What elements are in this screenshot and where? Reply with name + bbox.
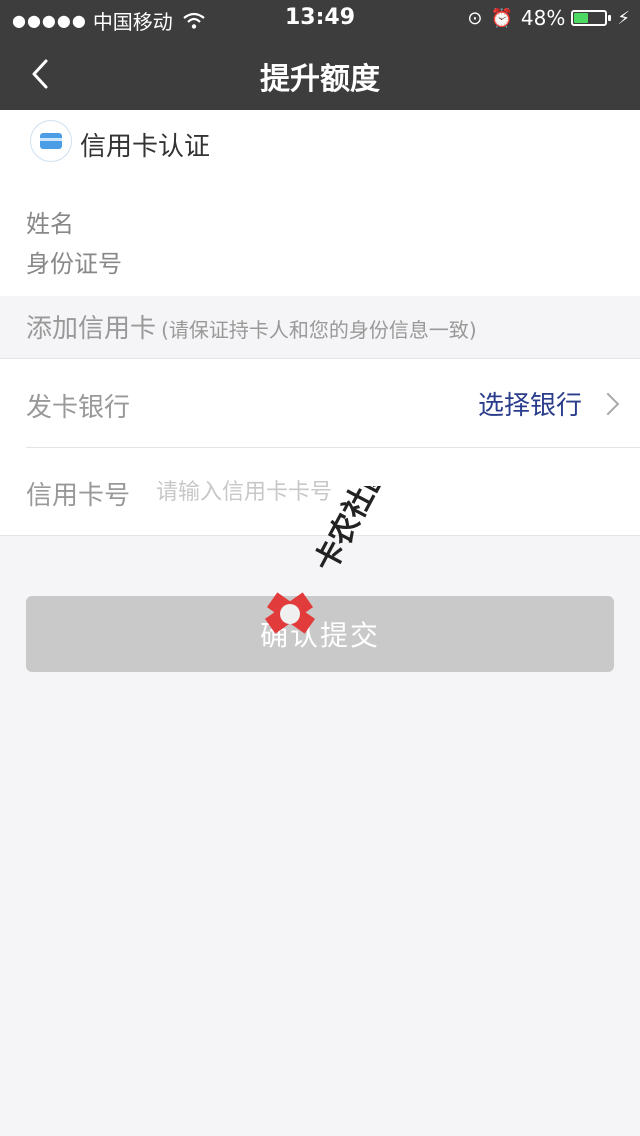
battery-percent: 48% <box>520 6 566 30</box>
card-number-label: 信用卡号 <box>26 481 131 511</box>
card-form: 发卡银行 选择银行 信用卡号 <box>0 358 640 536</box>
name-label: 姓名 <box>26 210 74 238</box>
section-title: 信用卡认证 <box>80 132 211 162</box>
add-card-hint: 添加信用卡 (请保证持卡人和您的身份信息一致) <box>26 308 477 345</box>
status-right: ⊙ ⏰ 48% ⚡ <box>467 6 630 30</box>
card-number-row: 信用卡号 <box>0 447 640 535</box>
bank-label: 发卡银行 <box>26 393 131 423</box>
status-bar: ●●●●● 中国移动 13:49 ⊙ ⏰ 48% ⚡ <box>0 0 640 36</box>
battery-icon <box>571 10 612 26</box>
id-number-label: 身份证号 <box>26 250 122 278</box>
credit-card-icon <box>40 133 62 149</box>
chevron-right-icon <box>596 392 620 415</box>
charging-icon: ⚡ <box>617 7 630 29</box>
select-bank-button[interactable]: 选择银行 <box>477 385 620 422</box>
alarm-icon: ⏰ <box>490 7 513 29</box>
credit-card-icon-badge <box>30 120 72 162</box>
bank-row[interactable]: 发卡银行 选择银行 <box>0 359 640 448</box>
add-card-note: (请保证持卡人和您的身份信息一致) <box>161 318 477 342</box>
battery-fill <box>574 13 589 23</box>
add-card-title: 添加信用卡 <box>26 314 157 344</box>
identity-info: 姓名 身份证号 <box>0 176 640 296</box>
nav-bar: 提升额度 <box>0 36 640 110</box>
card-number-input[interactable] <box>154 469 598 515</box>
page-title: 提升额度 <box>260 62 380 97</box>
submit-button[interactable]: 确认提交 <box>26 596 614 672</box>
select-bank-label: 选择银行 <box>477 391 582 421</box>
section-header: 信用卡认证 <box>0 110 640 177</box>
top-bar: ●●●●● 中国移动 13:49 ⊙ ⏰ 48% ⚡ 提升额度 <box>0 0 640 110</box>
rotation-lock-icon: ⊙ <box>467 7 483 29</box>
